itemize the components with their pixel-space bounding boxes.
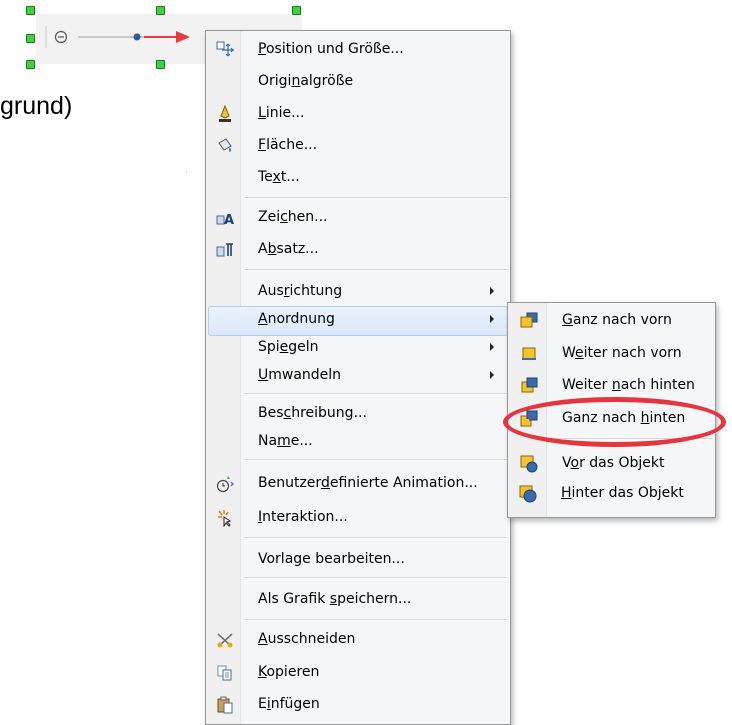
menu-item-label: Einfügen bbox=[258, 696, 320, 712]
menu-item-label: Benutzerdefinierte Animation... bbox=[258, 475, 478, 491]
menu-item-einfuegen[interactable]: Einfügen bbox=[208, 691, 508, 719]
menu-item-label: Ganz nach vorn bbox=[562, 312, 672, 328]
dot bbox=[186, 172, 187, 173]
menu-item-originalgroesse[interactable]: Originalgröße bbox=[208, 68, 508, 96]
menu-item-umwandeln[interactable]: Umwandeln bbox=[208, 362, 508, 390]
send-backward-icon bbox=[521, 377, 538, 393]
menu-separator bbox=[244, 619, 507, 621]
bring-forward-icon bbox=[522, 347, 536, 360]
selection-handle[interactable] bbox=[156, 60, 165, 69]
menu-item-label: Position und Größe... bbox=[258, 41, 404, 57]
position-size-icon bbox=[216, 41, 234, 57]
behind-object-icon bbox=[519, 485, 537, 503]
area-fill-icon bbox=[218, 138, 232, 152]
menu-item-label: Beschreibung... bbox=[258, 405, 367, 421]
custom-animation-icon bbox=[216, 476, 234, 493]
menu-separator bbox=[244, 459, 507, 461]
menu-item-label: Zeichen... bbox=[258, 209, 328, 225]
submenu-item-ganz-nach-vorn[interactable]: Ganz nach vorn bbox=[510, 307, 713, 335]
menu-item-interaktion[interactable]: Interaktion... bbox=[208, 504, 508, 532]
line-with-arrow-icon bbox=[45, 26, 190, 48]
menu-item-name[interactable]: Name... bbox=[208, 428, 508, 456]
menu-item-ausschneiden[interactable]: Ausschneiden bbox=[208, 626, 508, 654]
paragraph-icon bbox=[216, 243, 233, 257]
menu-item-vorlage-bearbeiten[interactable]: Vorlage bearbeiten... bbox=[208, 546, 508, 574]
highlight-ring bbox=[503, 397, 726, 447]
menu-item-label: Fläche... bbox=[258, 137, 318, 153]
submenu-item-vor-das-objekt[interactable]: Vor das Objekt bbox=[510, 450, 713, 478]
menu-item-label: Als Grafik speichern... bbox=[258, 591, 412, 607]
menu-item-benutzerdefinierte-animation[interactable]: Benutzerdefinierte Animation... bbox=[208, 470, 508, 498]
selection-handle[interactable] bbox=[26, 60, 35, 69]
character-icon: A bbox=[216, 213, 234, 227]
background-text: grund) bbox=[0, 92, 73, 120]
menu-item-label: Spiegeln bbox=[258, 339, 319, 355]
menu-item-flaeche[interactable]: Fläche... bbox=[208, 132, 508, 160]
menu-item-label: Anordnung bbox=[258, 311, 335, 327]
interaction-icon bbox=[218, 510, 232, 527]
selection-handle[interactable] bbox=[156, 6, 165, 15]
menu-item-linie[interactable]: Linie... bbox=[208, 100, 508, 128]
selection-handle[interactable] bbox=[26, 6, 35, 15]
selection-handle[interactable] bbox=[292, 6, 301, 15]
menu-item-label: Ausrichtung bbox=[258, 283, 343, 299]
paste-icon bbox=[217, 696, 233, 714]
menu-item-ausrichtung[interactable]: Ausrichtung bbox=[208, 278, 508, 306]
menu-item-label: Absatz... bbox=[258, 241, 319, 257]
menu-item-label: Name... bbox=[258, 433, 313, 449]
menu-item-als-grafik-speichern[interactable]: Als Grafik speichern... bbox=[208, 586, 508, 614]
menu-item-kopieren[interactable]: Kopieren bbox=[208, 659, 508, 687]
context-menu: Position und Größe... Originalgröße Lini… bbox=[205, 30, 511, 725]
submenu-arrow-icon bbox=[490, 343, 494, 351]
svg-text:A: A bbox=[224, 213, 234, 227]
submenu-arrow-icon bbox=[490, 287, 494, 295]
menu-item-label: Vorlage bearbeiten... bbox=[258, 551, 405, 567]
menu-item-beschreibung[interactable]: Beschreibung... bbox=[208, 400, 508, 428]
menu-item-label: Interaktion... bbox=[258, 509, 348, 525]
menu-separator bbox=[244, 393, 507, 395]
menu-item-label: Vor das Objekt bbox=[562, 455, 665, 471]
menu-item-label: Originalgröße bbox=[258, 73, 354, 89]
menu-separator bbox=[244, 577, 507, 579]
submenu-item-weiter-nach-hinten[interactable]: Weiter nach hinten bbox=[510, 372, 713, 400]
selection-handle[interactable] bbox=[26, 34, 35, 43]
line-icon bbox=[219, 105, 231, 122]
scissors-icon bbox=[217, 633, 233, 648]
in-front-of-object-icon bbox=[520, 455, 538, 473]
menu-item-label: Ausschneiden bbox=[258, 631, 356, 647]
menu-item-label: Text... bbox=[258, 169, 300, 185]
submenu-arrow-icon bbox=[490, 371, 494, 379]
menu-item-label: Umwandeln bbox=[258, 367, 342, 383]
menu-item-absatz[interactable]: Absatz... bbox=[208, 236, 508, 264]
menu-item-zeichen[interactable]: A Zeichen... bbox=[208, 204, 508, 232]
menu-item-label: Linie... bbox=[258, 105, 305, 121]
submenu-arrow-icon bbox=[490, 315, 494, 323]
bring-to-front-icon bbox=[520, 312, 538, 328]
menu-item-label: Kopieren bbox=[258, 664, 320, 680]
menu-item-anordnung[interactable]: Anordnung bbox=[208, 306, 508, 336]
copy-icon bbox=[217, 665, 232, 681]
menu-separator bbox=[244, 269, 507, 271]
menu-item-label: Weiter nach vorn bbox=[562, 345, 682, 361]
submenu-item-weiter-nach-vorn[interactable]: Weiter nach vorn bbox=[510, 340, 713, 368]
menu-separator bbox=[244, 197, 507, 199]
menu-separator bbox=[244, 537, 507, 539]
menu-item-position-und-groesse[interactable]: Position und Größe... bbox=[208, 36, 508, 64]
menu-item-label: Hinter das Objekt bbox=[561, 485, 684, 501]
menu-item-label: Weiter nach hinten bbox=[562, 377, 695, 393]
menu-item-spiegeln[interactable]: Spiegeln bbox=[208, 334, 508, 362]
submenu-item-hinter-das-objekt[interactable]: Hinter das Objekt bbox=[509, 480, 712, 508]
menu-item-text[interactable]: Text... bbox=[208, 164, 508, 192]
